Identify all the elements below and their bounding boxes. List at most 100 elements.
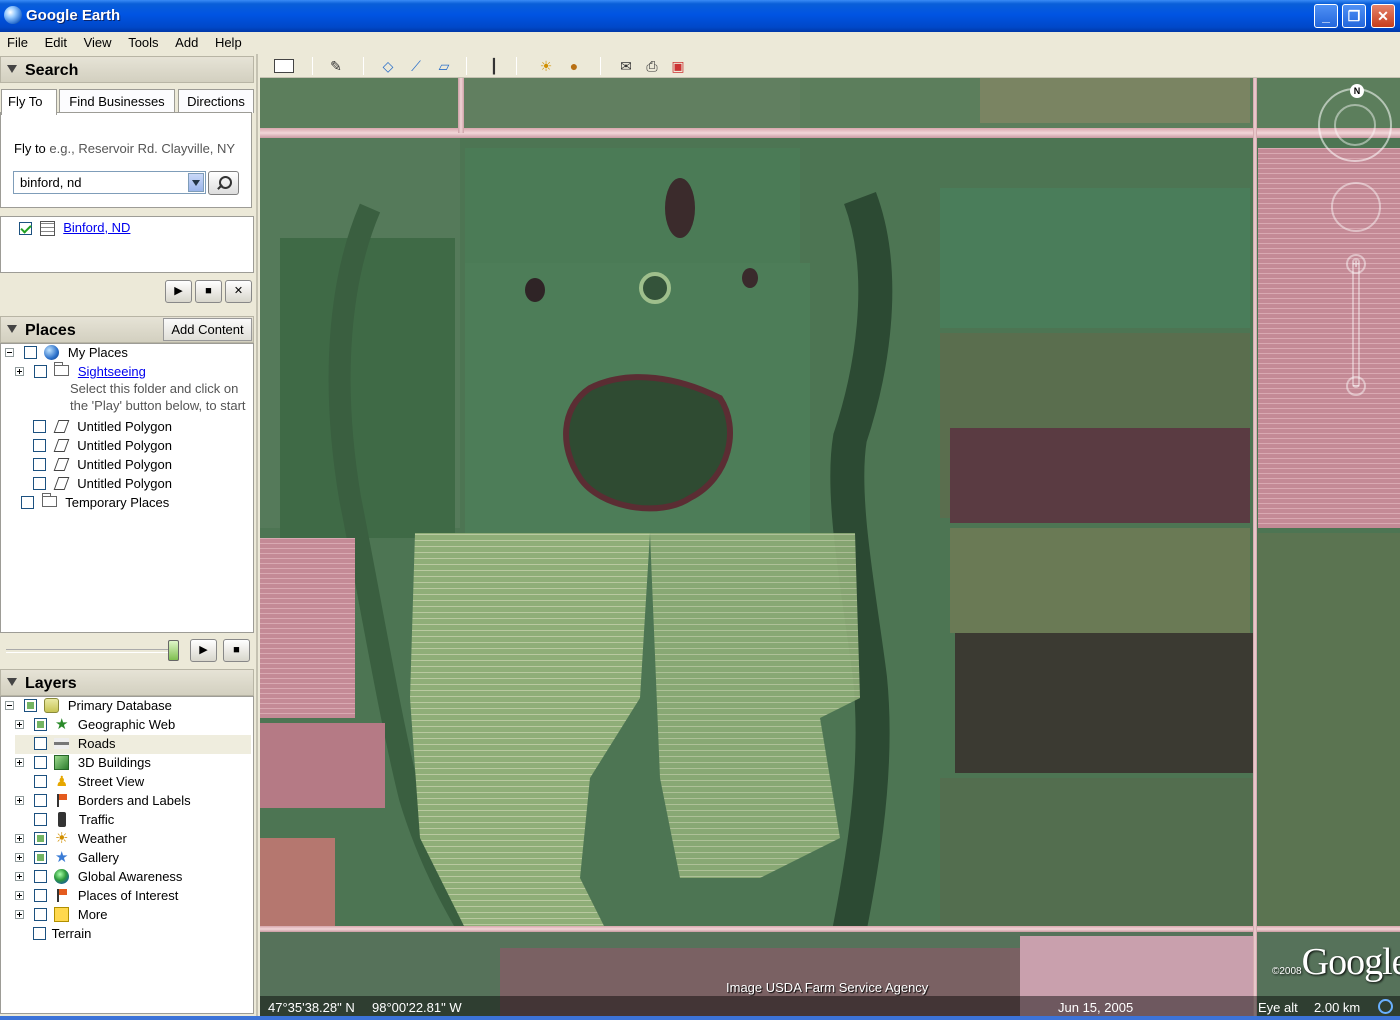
- print-icon[interactable]: ⎙: [642, 57, 662, 75]
- planet-icon[interactable]: ●: [564, 57, 584, 75]
- save-image-icon[interactable]: ▣: [668, 57, 688, 75]
- tree-row-street-view[interactable]: ♟ Street View: [15, 773, 144, 792]
- collapse-arrow-icon[interactable]: [7, 65, 17, 73]
- maximize-button[interactable]: ❐: [1342, 4, 1366, 28]
- checkbox[interactable]: [33, 889, 47, 903]
- clear-icon[interactable]: ✕: [225, 280, 252, 303]
- tab-find-businesses[interactable]: Find Businesses: [59, 89, 175, 113]
- checkbox[interactable]: [33, 477, 46, 491]
- tree-row-weather[interactable]: ☀ Weather: [15, 830, 127, 849]
- tree-row-gallery[interactable]: ★ Gallery: [15, 849, 119, 868]
- tree-row-borders[interactable]: Borders and Labels: [15, 792, 191, 811]
- north-indicator[interactable]: N: [1350, 84, 1364, 98]
- path-icon[interactable]: ⟋: [406, 57, 426, 75]
- tree-row-polygon[interactable]: Untitled Polygon: [33, 475, 172, 494]
- tree-row-polygon[interactable]: Untitled Polygon: [33, 456, 172, 475]
- tree-row-traffic[interactable]: Traffic: [15, 811, 114, 830]
- tree-row-temporary-places[interactable]: Temporary Places: [21, 493, 169, 513]
- tree-row-polygon[interactable]: Untitled Polygon: [33, 418, 172, 437]
- polygon-icon[interactable]: ◇: [378, 57, 398, 75]
- tree-row-terrain[interactable]: Terrain: [33, 925, 91, 944]
- layers-header[interactable]: Layers: [0, 669, 254, 696]
- tab-fly-to[interactable]: Fly To: [1, 89, 57, 115]
- checkbox[interactable]: [33, 832, 47, 846]
- chevron-down-icon[interactable]: [188, 173, 204, 192]
- play-icon[interactable]: ▶: [190, 639, 217, 662]
- search-header[interactable]: Search: [0, 56, 254, 83]
- menu-file[interactable]: File: [0, 32, 34, 50]
- checkbox[interactable]: [21, 496, 34, 510]
- zoom-out-icon[interactable]: −: [1346, 376, 1366, 396]
- tour-speed-slider[interactable]: [6, 649, 176, 653]
- checkbox[interactable]: [33, 718, 47, 732]
- sidebar-toggle-icon[interactable]: [274, 59, 294, 73]
- tab-directions[interactable]: Directions: [178, 89, 254, 113]
- checkbox[interactable]: [33, 794, 47, 808]
- tree-row-my-places[interactable]: My Places: [5, 344, 128, 363]
- checkbox[interactable]: [33, 458, 46, 472]
- expand-toggle[interactable]: [15, 853, 24, 863]
- places-header[interactable]: Places Add Content: [0, 316, 254, 343]
- checkbox[interactable]: [33, 813, 47, 827]
- menu-view[interactable]: View: [77, 32, 118, 50]
- menu-help[interactable]: Help: [208, 32, 248, 50]
- email-icon[interactable]: ✉: [616, 57, 636, 75]
- tree-row-more[interactable]: More: [15, 906, 108, 925]
- checkbox[interactable]: [33, 775, 47, 789]
- look-joystick[interactable]: [1331, 182, 1381, 232]
- placemark-icon[interactable]: ✎: [326, 57, 346, 75]
- collapse-arrow-icon[interactable]: [7, 325, 17, 333]
- checkbox[interactable]: [33, 927, 46, 941]
- stop-icon[interactable]: ■: [223, 639, 250, 662]
- expand-toggle[interactable]: [15, 796, 24, 806]
- checkbox[interactable]: [33, 851, 47, 865]
- expand-toggle[interactable]: [15, 910, 24, 920]
- minimize-button[interactable]: _: [1314, 4, 1338, 28]
- tree-row-roads[interactable]: Roads: [15, 735, 251, 754]
- collapse-toggle[interactable]: [5, 701, 14, 711]
- result-item[interactable]: Binford, ND: [19, 220, 130, 237]
- menu-add[interactable]: Add: [168, 32, 204, 50]
- image-overlay-icon[interactable]: ▱: [434, 57, 454, 75]
- tree-row-sightseeing[interactable]: Sightseeing: [15, 362, 146, 382]
- result-link[interactable]: Binford, ND: [63, 220, 130, 235]
- tree-row-primary-database[interactable]: Primary Database: [5, 697, 172, 716]
- checkbox[interactable]: [33, 870, 47, 884]
- ruler-icon[interactable]: ┃: [484, 57, 504, 75]
- checkbox[interactable]: [33, 737, 47, 751]
- tree-row-global-awareness[interactable]: Global Awareness: [15, 868, 182, 887]
- checkbox[interactable]: [33, 908, 47, 922]
- collapse-arrow-icon[interactable]: [7, 678, 17, 686]
- add-content-button[interactable]: Add Content: [163, 318, 252, 341]
- expand-toggle[interactable]: [15, 872, 24, 882]
- search-icon[interactable]: [208, 171, 239, 195]
- menu-tools[interactable]: Tools: [121, 32, 164, 50]
- expand-toggle[interactable]: [15, 834, 24, 844]
- expand-toggle[interactable]: [15, 758, 24, 768]
- collapse-toggle[interactable]: [5, 348, 14, 358]
- checkbox[interactable]: [33, 756, 47, 770]
- sightseeing-link[interactable]: Sightseeing: [78, 364, 146, 379]
- map-view[interactable]: N + − Image USDA Farm Service Agency ©20…: [260, 78, 1400, 1020]
- expand-toggle[interactable]: [15, 891, 24, 901]
- checkbox[interactable]: [23, 699, 37, 713]
- compass-ring[interactable]: N: [1318, 84, 1392, 162]
- checkbox[interactable]: [33, 365, 47, 379]
- stop-icon[interactable]: ■: [195, 280, 222, 303]
- expand-toggle[interactable]: [15, 367, 24, 377]
- slider-thumb[interactable]: [168, 640, 179, 661]
- expand-toggle[interactable]: [15, 720, 24, 730]
- play-icon[interactable]: ▶: [165, 280, 192, 303]
- tree-row-3d-buildings[interactable]: 3D Buildings: [15, 754, 151, 773]
- close-button[interactable]: ✕: [1371, 4, 1395, 28]
- tree-row-geographic-web[interactable]: ★ Geographic Web: [15, 716, 175, 735]
- result-checkbox[interactable]: [19, 222, 32, 236]
- zoom-slider[interactable]: [1352, 258, 1360, 388]
- checkbox[interactable]: [33, 439, 46, 453]
- checkbox[interactable]: [33, 420, 46, 434]
- sunlight-icon[interactable]: ☀: [536, 57, 556, 75]
- fly-to-input[interactable]: binford, nd: [13, 171, 206, 194]
- tree-row-polygon[interactable]: Untitled Polygon: [33, 437, 172, 456]
- menu-edit[interactable]: Edit: [38, 32, 73, 50]
- checkbox[interactable]: [23, 346, 37, 360]
